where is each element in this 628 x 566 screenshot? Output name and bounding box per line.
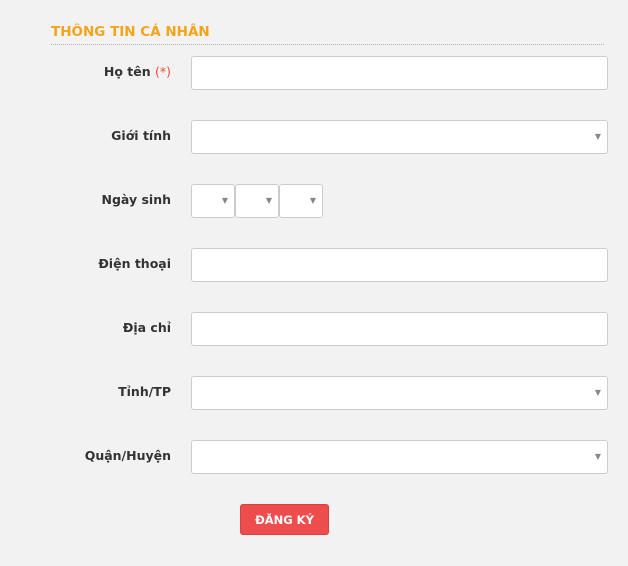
chevron-down-icon: ▼: [309, 196, 316, 205]
district-label: Quận/Huyện: [84, 448, 171, 463]
chevron-down-icon: ▼: [594, 388, 601, 397]
district-select[interactable]: ▼: [191, 440, 608, 474]
address-label: Địa chỉ: [122, 320, 171, 335]
section-title: THÔNG TIN CÁ NHÂN: [51, 24, 604, 45]
birthday-label: Ngày sinh: [101, 192, 171, 207]
chevron-down-icon: ▼: [221, 196, 228, 205]
register-button[interactable]: ĐĂNG KÝ: [240, 504, 329, 535]
full-name-input[interactable]: [191, 56, 608, 90]
birthday-day-select[interactable]: ▼: [191, 184, 235, 218]
birthday-year-select[interactable]: ▼: [279, 184, 323, 218]
address-input[interactable]: [191, 312, 608, 346]
chevron-down-icon: ▼: [594, 132, 601, 141]
required-mark: (*): [154, 64, 171, 79]
province-label: Tỉnh/TP: [118, 384, 171, 399]
gender-label: Giới tính: [111, 128, 171, 143]
phone-label: Điện thoại: [98, 256, 171, 271]
chevron-down-icon: ▼: [265, 196, 272, 205]
province-select[interactable]: ▼: [191, 376, 608, 410]
birthday-month-select[interactable]: ▼: [235, 184, 279, 218]
gender-select[interactable]: ▼: [191, 120, 608, 154]
chevron-down-icon: ▼: [594, 452, 601, 461]
full-name-label-text: Họ tên: [103, 64, 151, 79]
full-name-label: Họ tên (*): [11, 64, 171, 79]
phone-input[interactable]: [191, 248, 608, 282]
